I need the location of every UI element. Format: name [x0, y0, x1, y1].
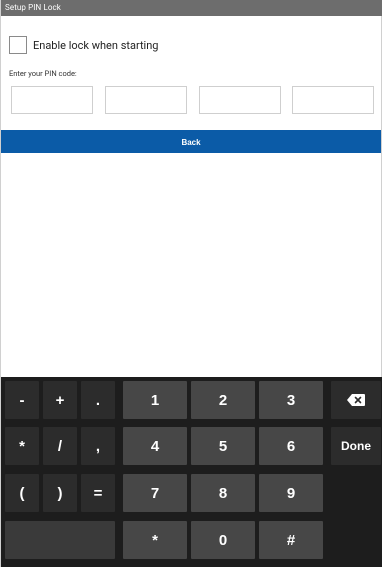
key-close-paren[interactable]: ): [43, 474, 77, 512]
key-plus[interactable]: +: [43, 381, 77, 419]
key-space[interactable]: [5, 521, 115, 559]
lock-on-start-checkbox[interactable]: [9, 36, 27, 54]
lock-on-start-row[interactable]: Enable lock when starting: [9, 34, 158, 56]
key-comma[interactable]: ,: [81, 427, 115, 465]
window-title: Setup PIN Lock: [1, 0, 382, 16]
key-minus[interactable]: -: [5, 381, 39, 419]
key-2[interactable]: 2: [191, 381, 255, 419]
backspace-glyph: [347, 394, 365, 406]
key-3[interactable]: 3: [259, 381, 323, 419]
pin-digit-field-1[interactable]: [11, 86, 93, 114]
pin-digit-field-4[interactable]: [292, 86, 374, 114]
key-asterisk[interactable]: *: [5, 427, 39, 465]
key-open-paren[interactable]: (: [5, 474, 39, 512]
pin-digit-field-2[interactable]: [105, 86, 187, 114]
key-6[interactable]: 6: [259, 427, 323, 465]
key-9[interactable]: 9: [259, 474, 323, 512]
backspace-icon[interactable]: [331, 381, 381, 419]
key-5[interactable]: 5: [191, 427, 255, 465]
key-hash[interactable]: #: [259, 521, 323, 559]
key-8[interactable]: 8: [191, 474, 255, 512]
numeric-keyboard: - + . 1 2 3 * / , 4 5 6 Done ( ) = 7 8 9…: [1, 377, 382, 567]
done-button[interactable]: Done: [331, 427, 381, 465]
pin-digit-field-3[interactable]: [199, 86, 281, 114]
pin-code-fields: [11, 86, 375, 114]
back-button[interactable]: Back: [1, 130, 381, 153]
key-star[interactable]: *: [123, 521, 187, 559]
pin-code-label: Enter your PIN code:: [9, 69, 77, 78]
key-equals[interactable]: =: [81, 474, 115, 512]
key-slash[interactable]: /: [43, 427, 77, 465]
lock-on-start-label[interactable]: Enable lock when starting: [33, 39, 158, 52]
key-period[interactable]: .: [81, 381, 115, 419]
key-7[interactable]: 7: [123, 474, 187, 512]
key-0[interactable]: 0: [191, 521, 255, 559]
screen: Setup PIN Lock Enable lock when starting…: [0, 0, 382, 567]
key-4[interactable]: 4: [123, 427, 187, 465]
key-1[interactable]: 1: [123, 381, 187, 419]
